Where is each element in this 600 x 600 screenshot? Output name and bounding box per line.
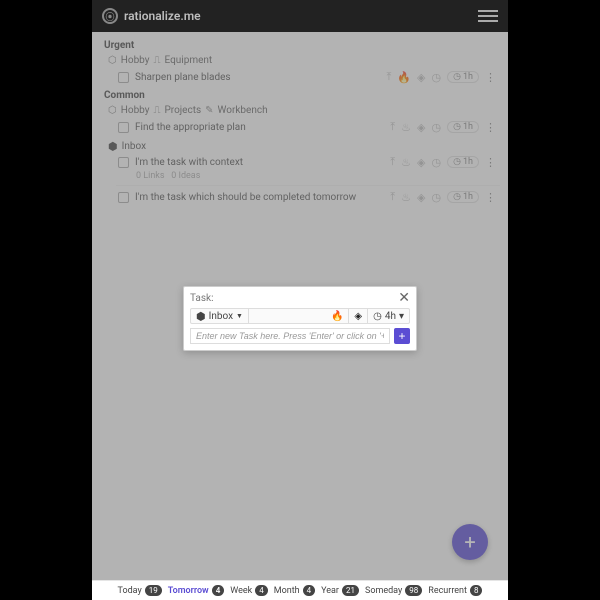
modal-overlay[interactable]: Task: ✕ ⬢ Inbox ▼ 🔥 ◈ ◷ 4h ▾	[92, 32, 508, 580]
priority-toggle[interactable]: ◈	[349, 309, 368, 323]
clock-icon: ◷	[373, 311, 382, 322]
menu-button[interactable]	[478, 10, 498, 22]
footer-tab-recurrent[interactable]: Recurrent8	[428, 585, 482, 596]
dialog-title: Task:	[190, 293, 214, 304]
footer-tab-tomorrow[interactable]: Tomorrow4	[168, 585, 225, 596]
footer-tab-year[interactable]: Year21	[321, 585, 359, 596]
chevron-down-icon: ▾	[399, 311, 404, 322]
time-selector[interactable]: ◷ 4h ▾	[368, 309, 409, 323]
add-task-button[interactable]: +	[394, 328, 410, 344]
close-icon[interactable]: ✕	[398, 290, 410, 306]
diamond-icon: ◈	[354, 311, 362, 322]
chevron-down-icon: ▼	[236, 312, 243, 320]
logo-icon: ⦿	[102, 8, 118, 24]
new-task-dialog: Task: ✕ ⬢ Inbox ▼ 🔥 ◈ ◷ 4h ▾	[183, 286, 417, 351]
footer-tab-month[interactable]: Month4	[274, 585, 315, 596]
brand-name: rationalize.me	[124, 9, 201, 23]
fire-toggle[interactable]: 🔥	[326, 309, 349, 323]
fire-icon: 🔥	[331, 311, 343, 322]
footer-tab-week[interactable]: Week4	[230, 585, 267, 596]
new-task-input[interactable]	[190, 328, 390, 344]
top-bar: ⦿ rationalize.me	[92, 0, 508, 32]
inbox-selector[interactable]: ⬢ Inbox ▼	[191, 309, 249, 323]
dialog-options: ⬢ Inbox ▼ 🔥 ◈ ◷ 4h ▾	[190, 308, 410, 324]
inbox-icon: ⬢	[196, 310, 206, 323]
footer-tab-today[interactable]: Today19	[118, 585, 162, 596]
footer-nav: Today19 Tomorrow4 Week4 Month4 Year21 So…	[92, 580, 508, 600]
footer-tab-someday[interactable]: Someday98	[365, 585, 422, 596]
